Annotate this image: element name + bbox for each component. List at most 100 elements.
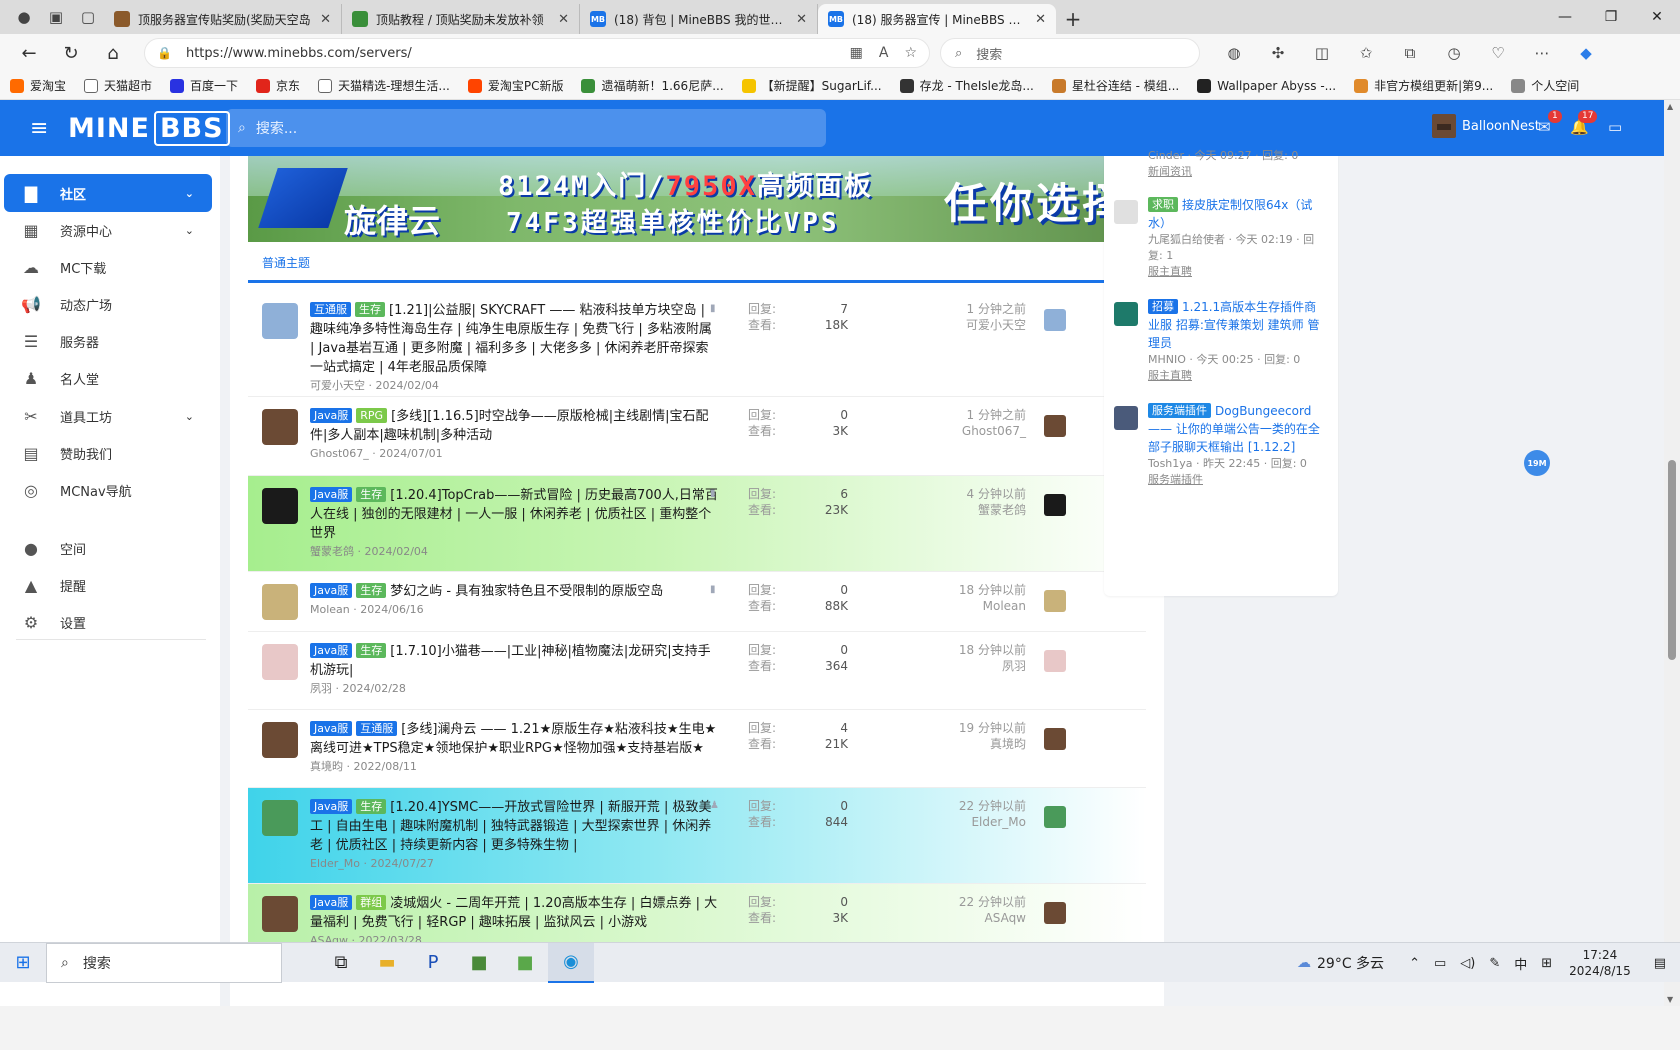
- avatar[interactable]: [1044, 494, 1066, 516]
- ad-banner[interactable]: 8124M入门/7950X高频面板 旋律云 74F3超强单核性价比VPS 任你选…: [248, 156, 1146, 242]
- favorite-star-icon[interactable]: ☆: [904, 45, 917, 61]
- post-category[interactable]: 服务端插件: [1148, 472, 1328, 488]
- prefix-badge[interactable]: Java服: [310, 799, 353, 814]
- prefix-badge[interactable]: 服务端插件: [1148, 403, 1211, 418]
- edge-browser-icon[interactable]: ◉: [548, 942, 594, 983]
- user-menu[interactable]: BalloonNest: [1432, 114, 1540, 138]
- new-tab-button[interactable]: +: [1056, 4, 1090, 34]
- thread-title[interactable]: 互通服 生存 [1.21]|公益服| SKYCRAFT —— 粘液科技单方块空岛 |…: [310, 301, 720, 377]
- chevron-down-icon[interactable]: ⌄: [185, 187, 194, 200]
- close-window-icon[interactable]: ✕: [1634, 0, 1680, 34]
- taskbar-search[interactable]: ⌕ 搜索: [46, 942, 282, 983]
- extension-icon[interactable]: ◍: [1212, 44, 1256, 62]
- avatar[interactable]: [1044, 650, 1066, 672]
- tab-close-icon[interactable]: ✕: [796, 12, 807, 27]
- prefix-badge[interactable]: Java服: [310, 487, 353, 502]
- last-post-time[interactable]: 18 分钟以前: [898, 642, 1026, 658]
- thread-title[interactable]: Java服 生存 [1.7.10]小猫巷——|工业|神秘|植物魔法|龙研究|支持手机…: [310, 642, 720, 680]
- table-row[interactable]: Java服 生存 [1.20.4]YSMC——开放式冒险世界 | 新服开荒 | 极致…: [248, 788, 1146, 884]
- sidebar-item[interactable]: ▇ 社区 ⌄: [4, 174, 212, 212]
- chevron-up-icon[interactable]: ⌃: [1409, 956, 1420, 971]
- chevron-down-icon[interactable]: ⌄: [185, 224, 194, 237]
- browser-tab[interactable]: 顶服务器宣传贴奖励(奖励天空岛 ✕: [104, 4, 342, 34]
- performance-icon[interactable]: ♡: [1476, 44, 1520, 62]
- table-row[interactable]: Java服 RPG [多线][1.16.5]时空战争——原版枪械|主线剧情|宝石配件…: [248, 397, 1146, 476]
- prefix-badge[interactable]: 互通服: [356, 721, 398, 736]
- avatar[interactable]: [262, 409, 298, 445]
- home-icon[interactable]: ⌂: [92, 37, 134, 69]
- avatar[interactable]: [262, 800, 298, 836]
- prefix-badge[interactable]: Java服: [310, 408, 353, 423]
- last-post-time[interactable]: 18 分钟以前: [898, 582, 1026, 598]
- post-title[interactable]: 招募 1.21.1高版本生存插件商业服 招募:宣传兼策划 建筑师 管理员: [1148, 298, 1328, 352]
- tab-close-icon[interactable]: ✕: [558, 12, 569, 27]
- thread-title[interactable]: Java服 生存 [1.20.4]YSMC——开放式冒险世界 | 新服开荒 | 极致…: [310, 798, 720, 855]
- avatar[interactable]: [1044, 415, 1066, 437]
- avatar[interactable]: [1044, 590, 1066, 612]
- post-category[interactable]: 服主直聘: [1148, 264, 1328, 280]
- thread-author[interactable]: Ghost067_: [310, 447, 369, 460]
- thread-date[interactable]: 2024/07/27: [371, 857, 434, 870]
- table-row[interactable]: Java服 互通服 [多线]澜舟云 —— 1.21★原版生存★粘液科技★生电★离线可…: [248, 710, 1146, 788]
- post-title[interactable]: 求职 接皮肤定制仅限64x（试水）: [1148, 196, 1328, 232]
- tab-actions-icon[interactable]: ▢: [72, 0, 104, 34]
- avatar[interactable]: [262, 644, 298, 680]
- windows-start-icon[interactable]: ⊞: [0, 952, 46, 973]
- last-post-time[interactable]: 22 分钟以前: [898, 798, 1026, 814]
- maximize-icon[interactable]: ❐: [1588, 0, 1634, 34]
- last-post-user[interactable]: 可爱小天空: [898, 317, 1026, 333]
- last-post-user[interactable]: 夙羽: [898, 658, 1026, 674]
- avatar[interactable]: [1114, 200, 1138, 224]
- read-aloud-icon[interactable]: A: [879, 45, 889, 61]
- bookmark-item[interactable]: 京东: [256, 77, 300, 94]
- prefix-badge[interactable]: Java服: [310, 895, 353, 910]
- volume-icon[interactable]: ◁): [1460, 956, 1475, 971]
- sidebar-item[interactable]: ✂ 道具工坊 ⌄: [4, 397, 212, 435]
- prefix-badge[interactable]: 群组: [356, 895, 387, 910]
- minecraft-icon[interactable]: ■: [456, 943, 502, 983]
- bookmark-item[interactable]: 星杜谷连结 - 模组...: [1051, 77, 1179, 94]
- avatar[interactable]: [262, 303, 298, 339]
- bookmark-item[interactable]: 个人空间: [1511, 77, 1579, 94]
- last-post-user[interactable]: ASAqw: [898, 910, 1026, 926]
- profile-icon[interactable]: ●: [8, 0, 40, 34]
- prefix-badge[interactable]: 生存: [356, 583, 387, 598]
- avatar[interactable]: [1044, 902, 1066, 924]
- sidebar-item[interactable]: 📢 动态广场: [4, 285, 212, 323]
- table-row[interactable]: Java服 生存 [1.20.4]TopCrab——新式冒险 | 历史最高700人,…: [248, 476, 1146, 572]
- url-text[interactable]: https://www.minebbs.com/servers/: [186, 46, 834, 61]
- task-view-icon[interactable]: ⧉: [318, 943, 364, 983]
- history-icon[interactable]: ◷: [1432, 44, 1476, 62]
- collections-icon[interactable]: ⧉: [1388, 44, 1432, 62]
- thread-date[interactable]: 2024/07/01: [379, 447, 442, 460]
- tab-close-icon[interactable]: ✕: [320, 12, 331, 27]
- post-title[interactable]: 服务端插件 DogBungeecord —— 让你的单端公告一类的在全部子服聊天框…: [1148, 402, 1328, 456]
- last-post-time[interactable]: 1 分钟之前: [898, 407, 1026, 423]
- prefix-badge[interactable]: 求职: [1148, 197, 1178, 212]
- refresh-icon[interactable]: ↻: [50, 37, 92, 69]
- bookmark-item[interactable]: 非官方模组更新|第9...: [1354, 77, 1493, 94]
- avatar[interactable]: [1114, 406, 1138, 430]
- browser-tab[interactable]: 顶贴教程 / 顶贴奖励未发放补领 ✕: [342, 4, 580, 34]
- thread-author[interactable]: Elder_Mo: [310, 857, 360, 870]
- more-menu-icon[interactable]: ⋯: [1520, 44, 1564, 62]
- sidebar-item[interactable]: ⚙ 设置: [4, 603, 212, 641]
- thread-date[interactable]: 2022/08/11: [354, 760, 417, 773]
- last-post-time[interactable]: 4 分钟以前: [898, 486, 1026, 502]
- last-post-time[interactable]: 22 分钟以前: [898, 894, 1026, 910]
- last-post-user[interactable]: Molean: [898, 598, 1026, 614]
- prefix-badge[interactable]: Java服: [310, 721, 353, 736]
- sidebar-item[interactable]: ● 空间: [4, 529, 212, 567]
- prefix-badge[interactable]: Java服: [310, 583, 353, 598]
- avatar[interactable]: [1044, 728, 1066, 750]
- menu-icon[interactable]: ≡: [30, 116, 58, 141]
- bookmark-item[interactable]: 遗福萌新！1.66尼萨...: [581, 77, 724, 94]
- page-scrollbar[interactable]: ▲ ▼: [1664, 100, 1680, 1006]
- site-search-input[interactable]: ⌕ 搜索...: [226, 109, 826, 147]
- clock[interactable]: 17:24 2024/8/15: [1569, 947, 1631, 979]
- thread-title[interactable]: Java服 群组 凌城烟火 - 二周年开荒 | 1.20高版本生存 | 白嫖点券 |…: [310, 894, 720, 932]
- chevron-down-icon[interactable]: ⌄: [185, 410, 194, 423]
- scroll-up-icon[interactable]: ▲: [1667, 102, 1673, 111]
- prefix-badge[interactable]: 生存: [356, 799, 387, 814]
- bookmark-item[interactable]: 天猫超市: [84, 77, 152, 94]
